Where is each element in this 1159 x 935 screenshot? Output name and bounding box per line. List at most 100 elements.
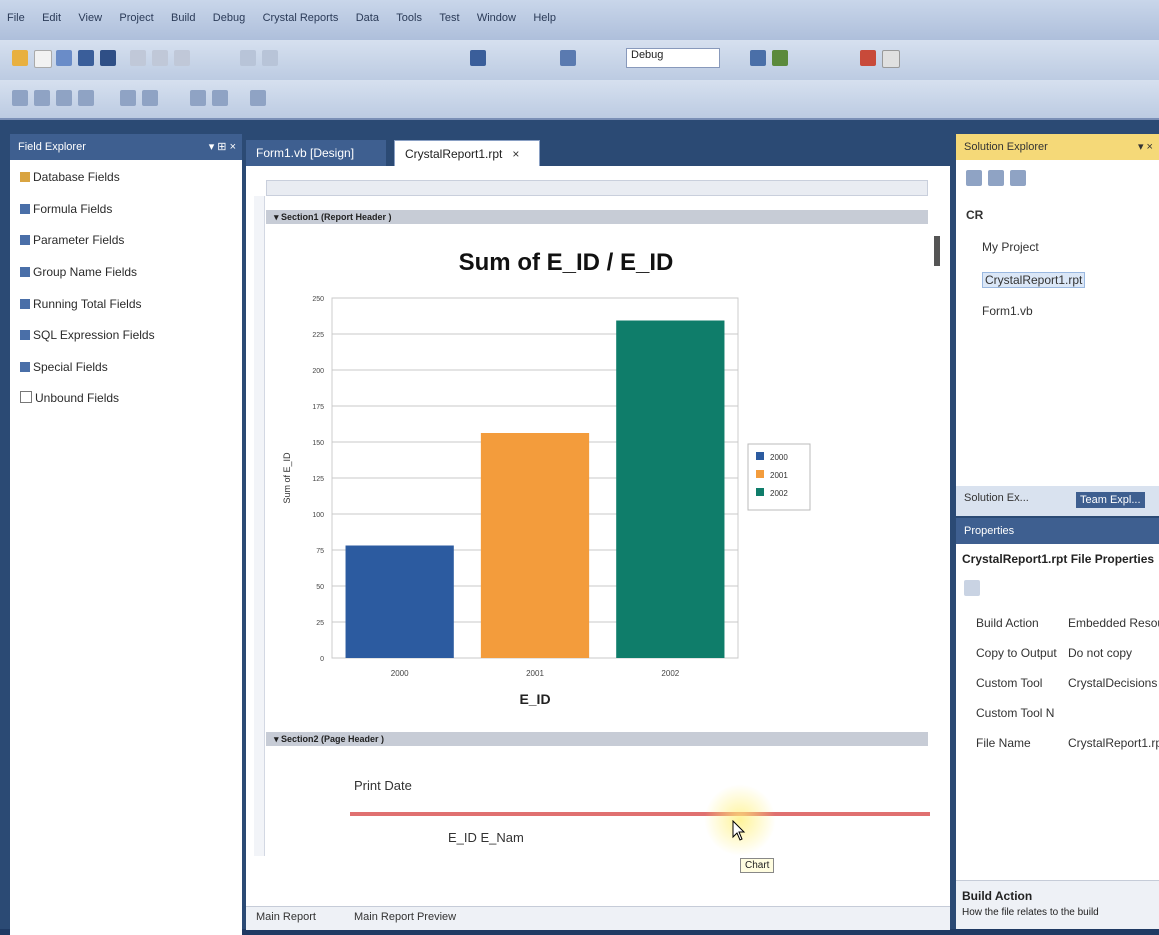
solution-explorer-header[interactable]: Solution Explorer ▾ × bbox=[956, 134, 1159, 160]
print-date-field[interactable]: Print Date bbox=[354, 778, 412, 793]
properties-title: Properties bbox=[964, 525, 1015, 537]
solution-configuration-select[interactable]: Debug bbox=[626, 48, 720, 68]
menu-item-test[interactable]: Test bbox=[432, 0, 466, 24]
menu-item-data[interactable]: Data bbox=[349, 0, 386, 24]
tree-item-project-cr[interactable]: CR bbox=[966, 208, 983, 222]
menu-item-build[interactable]: Build bbox=[164, 0, 202, 24]
section-page-header[interactable]: ▾ Section2 (Page Header ) bbox=[266, 732, 928, 746]
insert-group-icon[interactable] bbox=[56, 90, 72, 106]
add-item-icon[interactable] bbox=[34, 50, 52, 68]
insert-field-icon[interactable] bbox=[12, 90, 28, 106]
menu-item-window[interactable]: Window bbox=[470, 0, 523, 24]
horizontal-ruler bbox=[266, 180, 928, 196]
insert-box-icon[interactable] bbox=[190, 90, 206, 106]
insert-chart-icon[interactable] bbox=[120, 90, 136, 106]
scroll-thumb[interactable] bbox=[934, 236, 940, 266]
menu-item-debug[interactable]: Debug bbox=[206, 0, 252, 24]
pin-icon[interactable]: ▾ × bbox=[1138, 134, 1153, 160]
description-title: Build Action bbox=[962, 889, 1033, 903]
show-all-files-icon[interactable] bbox=[988, 170, 1004, 186]
toolbox-icon[interactable] bbox=[860, 50, 876, 66]
tree-item-my-project[interactable]: My Project bbox=[982, 240, 1039, 254]
column-headings[interactable]: E_ID E_Nam bbox=[448, 830, 524, 845]
tree-item-database-fields[interactable]: Database Fields bbox=[20, 170, 120, 184]
standard-toolbar bbox=[0, 40, 1159, 80]
close-icon[interactable]: × bbox=[512, 147, 519, 161]
save-all-icon[interactable] bbox=[100, 50, 116, 66]
refresh-icon[interactable] bbox=[1010, 170, 1026, 186]
categorized-icon[interactable] bbox=[964, 580, 980, 596]
field-explorer-header[interactable]: Field Explorer ▾ ⊞ × bbox=[10, 134, 242, 160]
properties-icon[interactable] bbox=[966, 170, 982, 186]
property-row[interactable]: Build ActionEmbedded Resource bbox=[976, 616, 1159, 630]
open-file-icon[interactable] bbox=[56, 50, 72, 66]
insert-line-icon[interactable] bbox=[142, 90, 158, 106]
menu-item-tools[interactable]: Tools bbox=[389, 0, 429, 24]
tab-main-report[interactable]: Main Report bbox=[256, 911, 316, 923]
running-total-icon bbox=[20, 299, 30, 309]
vertical-ruler bbox=[254, 196, 265, 856]
tree-item-sql-expression-fields[interactable]: SQL Expression Fields bbox=[20, 328, 155, 342]
tab-form1-design[interactable]: Form1.vb [Design] bbox=[246, 140, 386, 166]
menu-item-project[interactable]: Project bbox=[112, 0, 160, 24]
paste-icon[interactable] bbox=[174, 50, 190, 66]
redo-icon[interactable] bbox=[262, 50, 278, 66]
tab-crystalreport1[interactable]: CrystalReport1.rpt × bbox=[394, 140, 540, 166]
start-debug-icon[interactable] bbox=[470, 50, 486, 66]
legend-swatch bbox=[756, 452, 764, 460]
properties-header[interactable]: Properties bbox=[956, 518, 1159, 544]
legend-swatch bbox=[756, 488, 764, 496]
toolbar-options-icon[interactable] bbox=[250, 90, 266, 106]
property-row[interactable]: Custom Tool CrystalDecisions bbox=[976, 676, 1157, 690]
tree-item-running-total-fields[interactable]: Running Total Fields bbox=[20, 297, 142, 311]
insert-summary-icon[interactable] bbox=[78, 90, 94, 106]
find-icon[interactable] bbox=[560, 50, 576, 66]
property-row[interactable]: Copy to Output Do not copy bbox=[976, 646, 1132, 660]
tree-item-form1[interactable]: Form1.vb bbox=[982, 304, 1033, 318]
cut-icon[interactable] bbox=[130, 50, 146, 66]
start-page-icon[interactable] bbox=[882, 50, 900, 68]
y-tick-label: 250 bbox=[312, 296, 324, 303]
solution-explorer-icon[interactable] bbox=[750, 50, 766, 66]
legend: 2000 2001 2002 bbox=[756, 452, 788, 498]
special-icon bbox=[20, 362, 30, 372]
tree-item-special-fields[interactable]: Special Fields bbox=[20, 360, 108, 374]
menu-item-edit[interactable]: Edit bbox=[35, 0, 68, 24]
undo-icon[interactable] bbox=[240, 50, 256, 66]
y-tick-label: 125 bbox=[312, 476, 324, 483]
tab-team-explorer[interactable]: Team Expl... bbox=[1076, 492, 1145, 508]
properties-icon[interactable] bbox=[772, 50, 788, 66]
tree-item-crystalreport1[interactable]: CrystalReport1.rpt bbox=[982, 272, 1086, 288]
tree-item-group-name-fields[interactable]: Group Name Fields bbox=[20, 265, 137, 279]
menu-item-file[interactable]: File bbox=[0, 0, 32, 24]
property-row[interactable]: Custom Tool N bbox=[976, 706, 1054, 720]
menu-item-view[interactable]: View bbox=[71, 0, 109, 24]
pin-icon[interactable]: ▾ ⊞ × bbox=[209, 134, 236, 160]
menu-item-crystal-reports[interactable]: Crystal Reports bbox=[256, 0, 346, 24]
tab-main-report-preview[interactable]: Main Report Preview bbox=[354, 911, 456, 923]
tree-item-unbound-fields[interactable]: Unbound Fields bbox=[20, 391, 119, 405]
save-icon[interactable] bbox=[78, 50, 94, 66]
x-axis-ticks: 2000 2001 2002 bbox=[391, 669, 680, 678]
section-report-header[interactable]: ▾ Section1 (Report Header ) bbox=[266, 210, 928, 224]
y-tick-label: 100 bbox=[312, 512, 324, 519]
description-text: How the file relates to the build bbox=[962, 907, 1099, 918]
insert-text-icon[interactable] bbox=[34, 90, 50, 106]
menu-item-help[interactable]: Help bbox=[526, 0, 563, 24]
field-explorer-panel: Field Explorer ▾ ⊞ × Database Fields For… bbox=[10, 134, 242, 935]
copy-icon[interactable] bbox=[152, 50, 168, 66]
properties-object-selector[interactable]: CrystalReport1.rpt File Properties bbox=[962, 552, 1154, 566]
page-header-line[interactable] bbox=[350, 812, 930, 816]
sql-icon bbox=[20, 330, 30, 340]
document-tab-strip: Form1.vb [Design] CrystalReport1.rpt × bbox=[246, 134, 946, 166]
property-row[interactable]: File Name CrystalReport1.rpt bbox=[976, 736, 1159, 750]
tree-item-formula-fields[interactable]: Formula Fields bbox=[20, 202, 112, 216]
insert-subreport-icon[interactable] bbox=[212, 90, 228, 106]
tab-solution-explorer[interactable]: Solution Ex... bbox=[964, 492, 1029, 504]
tree-item-parameter-fields[interactable]: Parameter Fields bbox=[20, 233, 124, 247]
new-project-icon[interactable] bbox=[12, 50, 28, 66]
solution-explorer-panel: Solution Explorer ▾ × CR My Project Crys… bbox=[956, 134, 1159, 506]
bar-chart[interactable]: Sum of E_ID / E_ID 0 25 50 75 100 125 150 175 20… bbox=[276, 236, 836, 706]
legend-swatch bbox=[756, 470, 764, 478]
bar-2001 bbox=[480, 433, 590, 658]
